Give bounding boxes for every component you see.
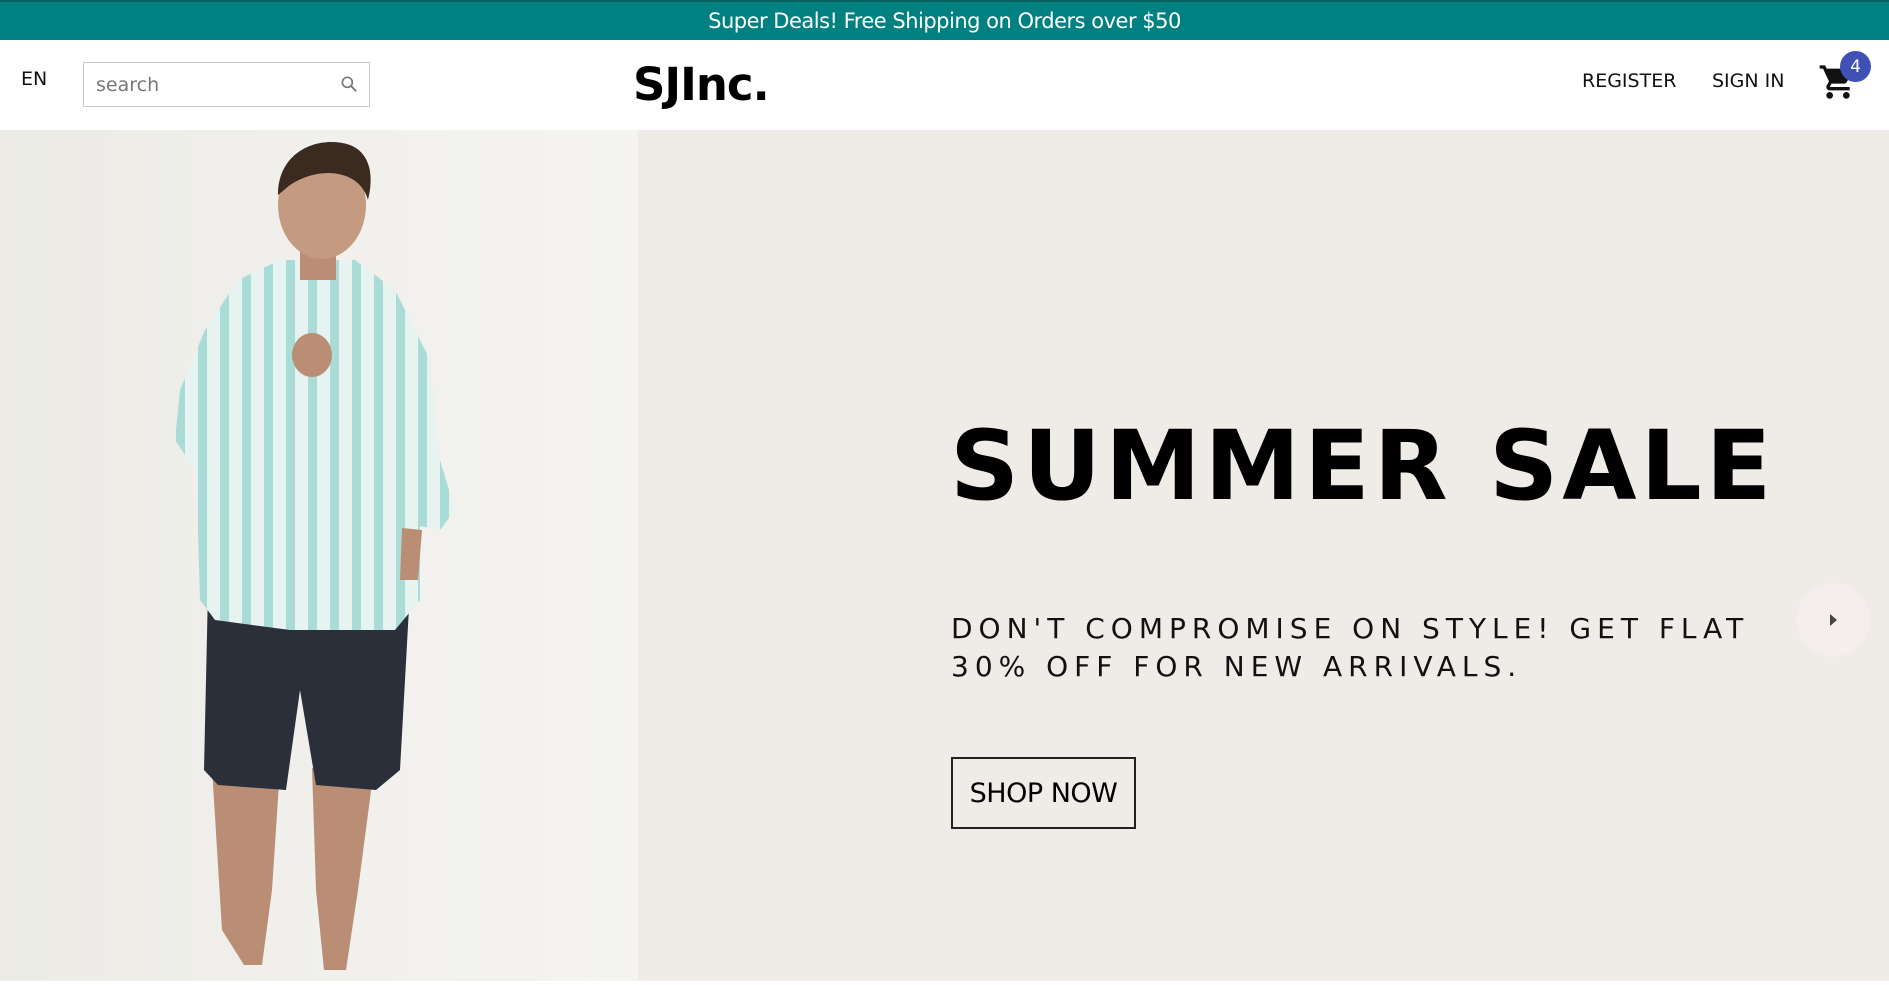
model-illustration xyxy=(0,130,638,981)
hero-title: SUMMER SALE xyxy=(950,410,1776,522)
announcement-text: Super Deals! Free Shipping on Orders ove… xyxy=(708,9,1181,33)
search-box xyxy=(83,62,370,107)
hero-slide: SUMMER SALE DON'T COMPROMISE ON STYLE! G… xyxy=(0,130,1889,981)
cart-count-badge: 4 xyxy=(1840,51,1871,82)
hero-description: DON'T COMPROMISE ON STYLE! GET FLAT 30% … xyxy=(951,612,1750,683)
navbar: EN SJInc. REGISTER SIGN IN 4 xyxy=(0,40,1889,130)
chevron-right-icon xyxy=(1830,614,1837,626)
shop-now-button[interactable]: SHOP NOW xyxy=(951,757,1136,829)
search-icon[interactable] xyxy=(339,74,359,94)
announcement-bar: Super Deals! Free Shipping on Orders ove… xyxy=(0,0,1889,40)
carousel-next-button[interactable] xyxy=(1796,583,1870,657)
language-selector[interactable]: EN xyxy=(21,68,47,90)
search-input[interactable] xyxy=(94,63,328,106)
register-link[interactable]: REGISTER xyxy=(1582,70,1676,92)
hero-model-image xyxy=(0,130,638,981)
site-logo[interactable]: SJInc. xyxy=(633,58,770,111)
signin-link[interactable]: SIGN IN xyxy=(1712,70,1784,92)
